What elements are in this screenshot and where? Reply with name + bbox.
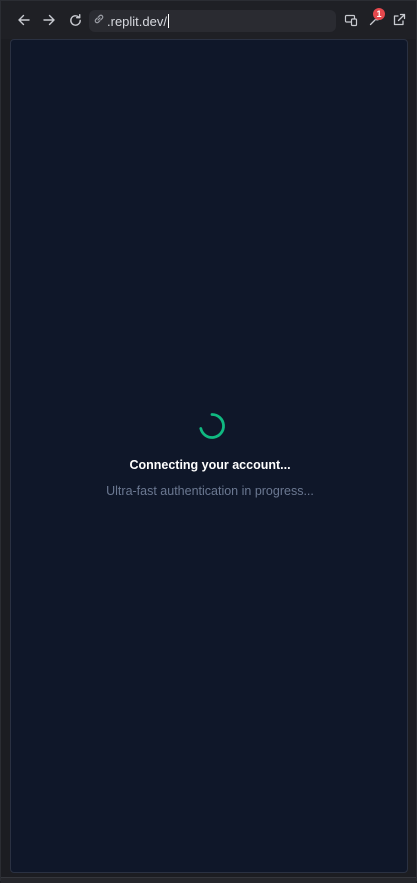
reload-icon	[68, 13, 83, 28]
status-title: Connecting your account...	[129, 458, 291, 472]
address-bar[interactable]: .replit.dev/	[89, 10, 336, 32]
external-link-icon	[392, 13, 406, 27]
arrow-left-icon	[17, 13, 31, 27]
devices-button[interactable]	[341, 10, 361, 30]
arrow-right-icon	[42, 13, 56, 27]
spinner-icon	[199, 413, 225, 439]
text-cursor	[167, 14, 169, 28]
window-bottom-edge	[1, 877, 416, 883]
loading-spinner	[197, 411, 227, 441]
link-icon	[93, 12, 105, 30]
open-external-button[interactable]	[389, 10, 409, 30]
browser-window: .replit.dev/ 1 Connecting your account..	[0, 0, 417, 883]
notification-badge: 1	[373, 8, 385, 20]
forward-button[interactable]	[39, 10, 59, 30]
browser-toolbar: .replit.dev/ 1	[1, 1, 416, 39]
page-viewport: Connecting your account... Ultra-fast au…	[10, 39, 408, 873]
status-subtitle: Ultra-fast authentication in progress...	[106, 484, 314, 498]
devices-icon	[344, 13, 358, 27]
url-text: .replit.dev/	[107, 13, 167, 29]
reload-button[interactable]	[65, 10, 85, 30]
back-button[interactable]	[14, 10, 34, 30]
